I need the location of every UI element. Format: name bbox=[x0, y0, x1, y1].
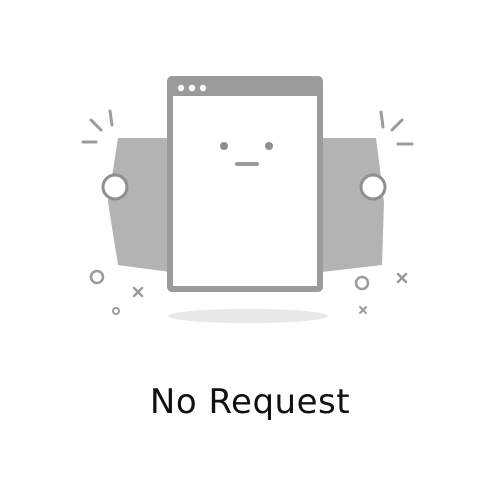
right-sparkle-icon bbox=[379, 110, 414, 146]
left-hand-icon bbox=[101, 138, 170, 272]
left-sparkle-icon bbox=[81, 109, 114, 144]
decorative-cross-icon bbox=[359, 306, 367, 314]
no-request-illustration bbox=[81, 76, 414, 323]
decorative-circle-icon bbox=[354, 275, 370, 291]
empty-state-title: No Request bbox=[149, 382, 351, 422]
decorative-circle-icon bbox=[89, 269, 105, 285]
browser-window-icon bbox=[167, 76, 323, 292]
right-hand-icon bbox=[322, 138, 387, 272]
decorative-cross-icon bbox=[396, 272, 408, 284]
decorative-cross-icon bbox=[132, 286, 144, 298]
ground-shadow bbox=[168, 309, 328, 323]
decorative-circle-icon bbox=[112, 307, 120, 315]
window-dot-icon bbox=[188, 84, 196, 92]
window-dot-icon bbox=[199, 84, 207, 92]
window-dot-icon bbox=[177, 84, 185, 92]
